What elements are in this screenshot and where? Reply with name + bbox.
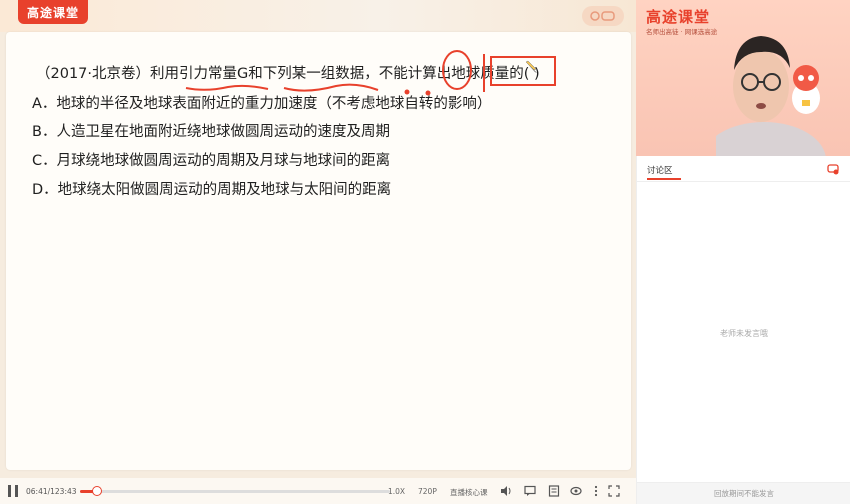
teacher-video: 高途课堂 名师出高徒 · 网课选高途	[636, 0, 850, 156]
eye-icon[interactable]	[570, 485, 582, 497]
decor-bubble-icon	[582, 6, 624, 26]
danmaku-icon[interactable]	[524, 485, 536, 497]
player-bar: 06:41/123:43 1.0X 720P 直播核心课	[0, 478, 636, 504]
volume-icon[interactable]	[500, 485, 512, 497]
note-icon[interactable]	[548, 485, 560, 497]
logo: 高途课堂	[18, 0, 88, 24]
disabled-input: 回放期间不能发言	[637, 482, 850, 504]
underline-data	[283, 83, 379, 92]
core-lesson-button[interactable]: 直播核心课	[450, 487, 488, 498]
video-slogan: 名师出高徒 · 网课选高途	[646, 28, 718, 36]
speed-button[interactable]: 1.0X	[388, 487, 405, 496]
progress-bar[interactable]	[80, 486, 390, 496]
mascot-icon	[792, 65, 820, 114]
option-b: B．人造卫星在地面附近绕地球做圆周运动的速度及周期	[32, 124, 390, 140]
option-a: A．地球的半径及地球表面附近的重力加速度（不考虑地球自转的影响）	[32, 96, 492, 112]
lesson-slide: （2017·北京卷）利用引力常量G和下列某一组数据，不能计算出地球质量的( ) …	[6, 32, 631, 470]
fullscreen-icon[interactable]	[608, 485, 620, 497]
option-d: D．地球绕太阳做圆周运动的周期及地球与太阳间的距离	[32, 182, 392, 198]
quality-button[interactable]: 720P	[418, 487, 437, 496]
discussion-header: 讨论区	[637, 156, 850, 182]
pen-icon	[525, 60, 537, 73]
option-c: C．月球绕地球做圆周运动的周期及月球与地球间的距离	[32, 153, 391, 169]
discussion-panel: 讨论区 老师未发言哦 回放期间不能发言	[636, 156, 850, 504]
progress-knob[interactable]	[91, 486, 102, 496]
discussion-tab[interactable]: 讨论区	[647, 164, 673, 176]
tab-underline	[647, 178, 681, 180]
empty-message: 老师未发言哦	[720, 329, 768, 338]
top-banner	[0, 0, 636, 32]
video-brand: 高途课堂	[646, 8, 711, 26]
settings-icon[interactable]	[827, 163, 839, 175]
question-text: （2017·北京卷）利用引力常量G和下列某一组数据，不能计算出地球质量的( )	[36, 66, 540, 82]
pause-icon[interactable]	[8, 485, 18, 497]
time-label: 06:41/123:43	[26, 487, 77, 496]
more-icon[interactable]	[590, 485, 602, 497]
underline-gravity-constant	[185, 84, 269, 91]
